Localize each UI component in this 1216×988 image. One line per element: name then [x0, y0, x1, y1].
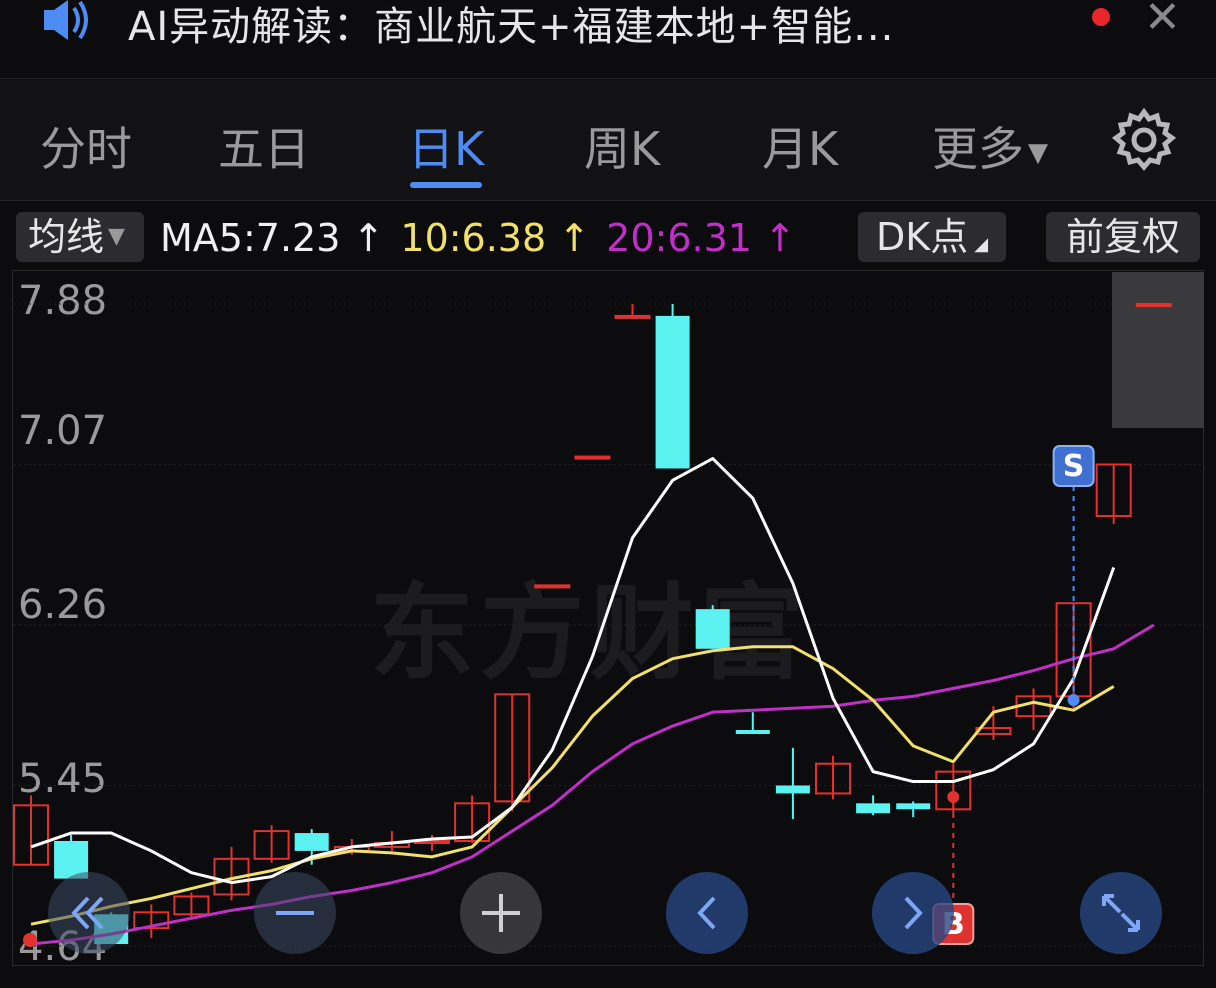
zoom-out-button[interactable] [254, 872, 336, 954]
prev-button[interactable] [666, 872, 748, 954]
candle-body [574, 455, 611, 460]
candle-body [614, 314, 651, 319]
candle-body [534, 584, 571, 589]
zoom-out-icon [276, 911, 314, 915]
fullscreen-icon [1102, 894, 1140, 932]
volume-indicator-strip [0, 968, 1216, 988]
rewind-button[interactable] [48, 872, 130, 954]
candle-body [695, 609, 730, 649]
sell-signal-dot [1067, 694, 1080, 706]
next-button[interactable] [872, 872, 954, 954]
chart-canvas: SB [13, 272, 1204, 947]
candle-body [655, 315, 690, 469]
candle-body [775, 785, 810, 794]
ma5-line [30, 457, 1116, 885]
candle-body [294, 833, 329, 851]
zoom-in-button[interactable] [460, 872, 542, 954]
rewind-icon [71, 896, 104, 930]
price-highlight-box [1112, 272, 1204, 428]
fullscreen-button[interactable] [1080, 872, 1162, 954]
candle-body [1135, 303, 1172, 307]
buy-signal-dot [947, 791, 960, 803]
zoom-in-icon [482, 894, 520, 932]
prev-icon [697, 896, 716, 930]
candle-body [896, 803, 931, 810]
sell-signal-label: S [1063, 449, 1085, 484]
latest-marker-dot [23, 933, 37, 947]
candle-body [735, 730, 770, 734]
candle-body [856, 803, 891, 814]
next-icon [904, 896, 923, 930]
